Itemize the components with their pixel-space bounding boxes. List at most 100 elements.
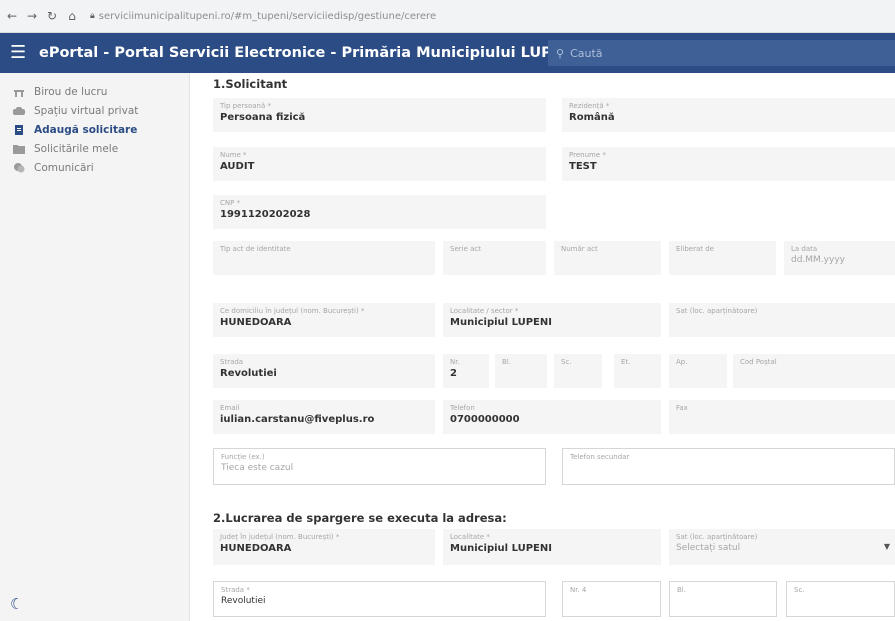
sidebar-item-label: Solicitările mele: [34, 142, 119, 155]
fax-field[interactable]: Fax: [669, 400, 895, 434]
field-label: Prenume *: [569, 151, 606, 159]
document-add-icon: [13, 124, 25, 135]
field-value: Revolutiei: [221, 596, 266, 606]
sidebar-item-comunicari[interactable]: Comunicări: [0, 158, 189, 177]
app-header: ☰ ePortal - Portal Servicii Electronice …: [0, 33, 895, 73]
sat-lucrare-select[interactable]: Sat (loc. aparținătoare) Selectați satul…: [669, 529, 895, 565]
serie-act-field[interactable]: Serie act: [443, 241, 546, 275]
bl-field[interactable]: Bl.: [495, 354, 547, 388]
field-label: Sat (loc. aparținătoare): [676, 307, 758, 315]
eliberat-de-field[interactable]: Eliberat de: [669, 241, 776, 275]
field-value: iulian.carstanu@fiveplus.ro: [220, 414, 375, 425]
back-icon[interactable]: ←: [4, 9, 20, 23]
forward-icon[interactable]: →: [24, 9, 40, 23]
field-label: Strada: [220, 358, 244, 366]
sidebar-item-label: Birou de lucru: [34, 85, 108, 98]
field-value: Municipiul LUPENI: [450, 543, 552, 554]
field-value: Persoana fizică: [220, 112, 306, 123]
field-value: HUNEDOARA: [220, 543, 292, 554]
cod-postal-field[interactable]: Cod Poștal: [733, 354, 895, 388]
judet-field[interactable]: Ce domiciliu în județul (nom. București)…: [213, 303, 435, 337]
hamburger-menu-icon[interactable]: ☰: [10, 44, 36, 62]
judet-lucrare-field[interactable]: Județ în județul (nom. București) * HUNE…: [213, 529, 435, 565]
field-value: 2: [450, 368, 457, 379]
field-label: Rezidență *: [569, 102, 610, 110]
field-label: Nr.: [450, 358, 460, 366]
localitate-lucrare-field[interactable]: Localitate * Municipiul LUPENI: [443, 529, 661, 565]
functie-field[interactable]: Funcție (ex.) Tieca este cazul: [213, 448, 546, 485]
ap-field[interactable]: Ap.: [669, 354, 727, 388]
address-bar[interactable]: 🔒︎ serviciimunicipalitupeni.ro/#m_tupeni…: [90, 11, 436, 22]
field-label: Ce domiciliu în județul (nom. București)…: [220, 307, 365, 315]
field-label: Număr act: [561, 245, 598, 253]
prenume-field[interactable]: Prenume * TEST: [562, 147, 895, 181]
reload-icon[interactable]: ↻: [44, 9, 60, 23]
field-value: HUNEDOARA: [220, 317, 292, 328]
bl-lucrare-field[interactable]: Bl.: [669, 581, 777, 617]
dark-mode-toggle-icon[interactable]: ☾: [10, 595, 23, 613]
field-value: 0700000000: [450, 414, 520, 425]
field-label: Funcție (ex.): [221, 453, 265, 461]
field-label: Nr. 4: [570, 586, 587, 594]
app-title: ePortal - Portal Servicii Electronice - …: [39, 45, 580, 61]
field-label: Localitate *: [450, 533, 490, 541]
desk-icon: [13, 87, 25, 97]
field-label: Nume *: [220, 151, 247, 159]
strada-field[interactable]: Strada Revolutiei: [213, 354, 435, 388]
et-field[interactable]: Et.: [614, 354, 661, 388]
localitate-field[interactable]: Localitate / sector * Municipiul LUPENI: [443, 303, 661, 337]
sidebar-item-label: Adaugă solicitare: [34, 123, 138, 136]
sat-field[interactable]: Sat (loc. aparținătoare): [669, 303, 895, 337]
folder-icon: [13, 144, 25, 154]
search-input[interactable]: ⚲ Caută: [548, 40, 895, 66]
tip-persoana-field[interactable]: Tip persoană * Persoana fizică: [213, 98, 546, 132]
sc-field[interactable]: Sc.: [554, 354, 602, 388]
field-value: AUDIT: [220, 161, 255, 172]
chat-icon: [13, 162, 25, 173]
field-label: Strada *: [221, 586, 250, 594]
search-icon: ⚲: [556, 46, 565, 60]
tip-act-field[interactable]: Tip act de identitate: [213, 241, 435, 275]
field-placeholder: Tieca este cazul: [221, 463, 294, 473]
sidebar-item-birou[interactable]: Birou de lucru: [0, 82, 189, 101]
field-label: Telefon secundar: [570, 453, 630, 461]
la-data-field[interactable]: La data dd.MM.yyyy: [784, 241, 895, 275]
field-label: Județ în județul (nom. București) *: [220, 533, 340, 541]
field-value: Română: [569, 112, 615, 123]
field-label: Localitate / sector *: [450, 307, 519, 315]
telefon-secundar-field[interactable]: Telefon secundar: [562, 448, 895, 485]
email-field[interactable]: Email iulian.carstanu@fiveplus.ro: [213, 400, 435, 434]
lock-icon: 🔒︎: [90, 11, 95, 21]
field-value: 1991120202028: [220, 209, 311, 220]
field-label: Ap.: [676, 358, 688, 366]
telefon-field[interactable]: Telefon 0700000000: [443, 400, 661, 434]
field-value: TEST: [569, 161, 597, 172]
field-label: Et.: [621, 358, 631, 366]
nume-field[interactable]: Nume * AUDIT: [213, 147, 546, 181]
sidebar-item-adauga[interactable]: Adaugă solicitare: [0, 120, 189, 139]
main-content: 1.Solicitant Tip persoană * Persoana fiz…: [190, 73, 895, 621]
field-label: La data: [791, 245, 818, 253]
chevron-down-icon[interactable]: ▼: [884, 542, 890, 551]
sc-lucrare-field[interactable]: Sc.: [786, 581, 895, 617]
field-label: Email: [220, 404, 240, 412]
sidebar: Birou de lucru Spațiu virtual privat Ada…: [0, 73, 190, 621]
sidebar-item-spatiu[interactable]: Spațiu virtual privat: [0, 101, 189, 120]
sidebar-item-label: Comunicări: [34, 161, 94, 174]
numar-act-field[interactable]: Număr act: [554, 241, 661, 275]
field-label: Fax: [676, 404, 688, 412]
field-label: Sc.: [794, 586, 805, 594]
nr-field[interactable]: Nr. 2: [443, 354, 489, 388]
strada-lucrare-field[interactable]: Strada * Revolutiei: [213, 581, 546, 617]
search-placeholder: Caută: [570, 46, 603, 60]
nr-lucrare-field[interactable]: Nr. 4: [562, 581, 661, 617]
field-label: Tip persoană *: [220, 102, 271, 110]
rezidenta-field[interactable]: Rezidență * Română: [562, 98, 895, 132]
sidebar-item-solicitari[interactable]: Solicitările mele: [0, 139, 189, 158]
field-label: Sc.: [561, 358, 572, 366]
cnp-field[interactable]: CNP * 1991120202028: [213, 195, 546, 229]
field-label: Bl.: [677, 586, 686, 594]
field-value: Revolutiei: [220, 368, 277, 379]
sidebar-item-label: Spațiu virtual privat: [34, 104, 139, 117]
home-icon[interactable]: ⌂: [64, 9, 80, 23]
